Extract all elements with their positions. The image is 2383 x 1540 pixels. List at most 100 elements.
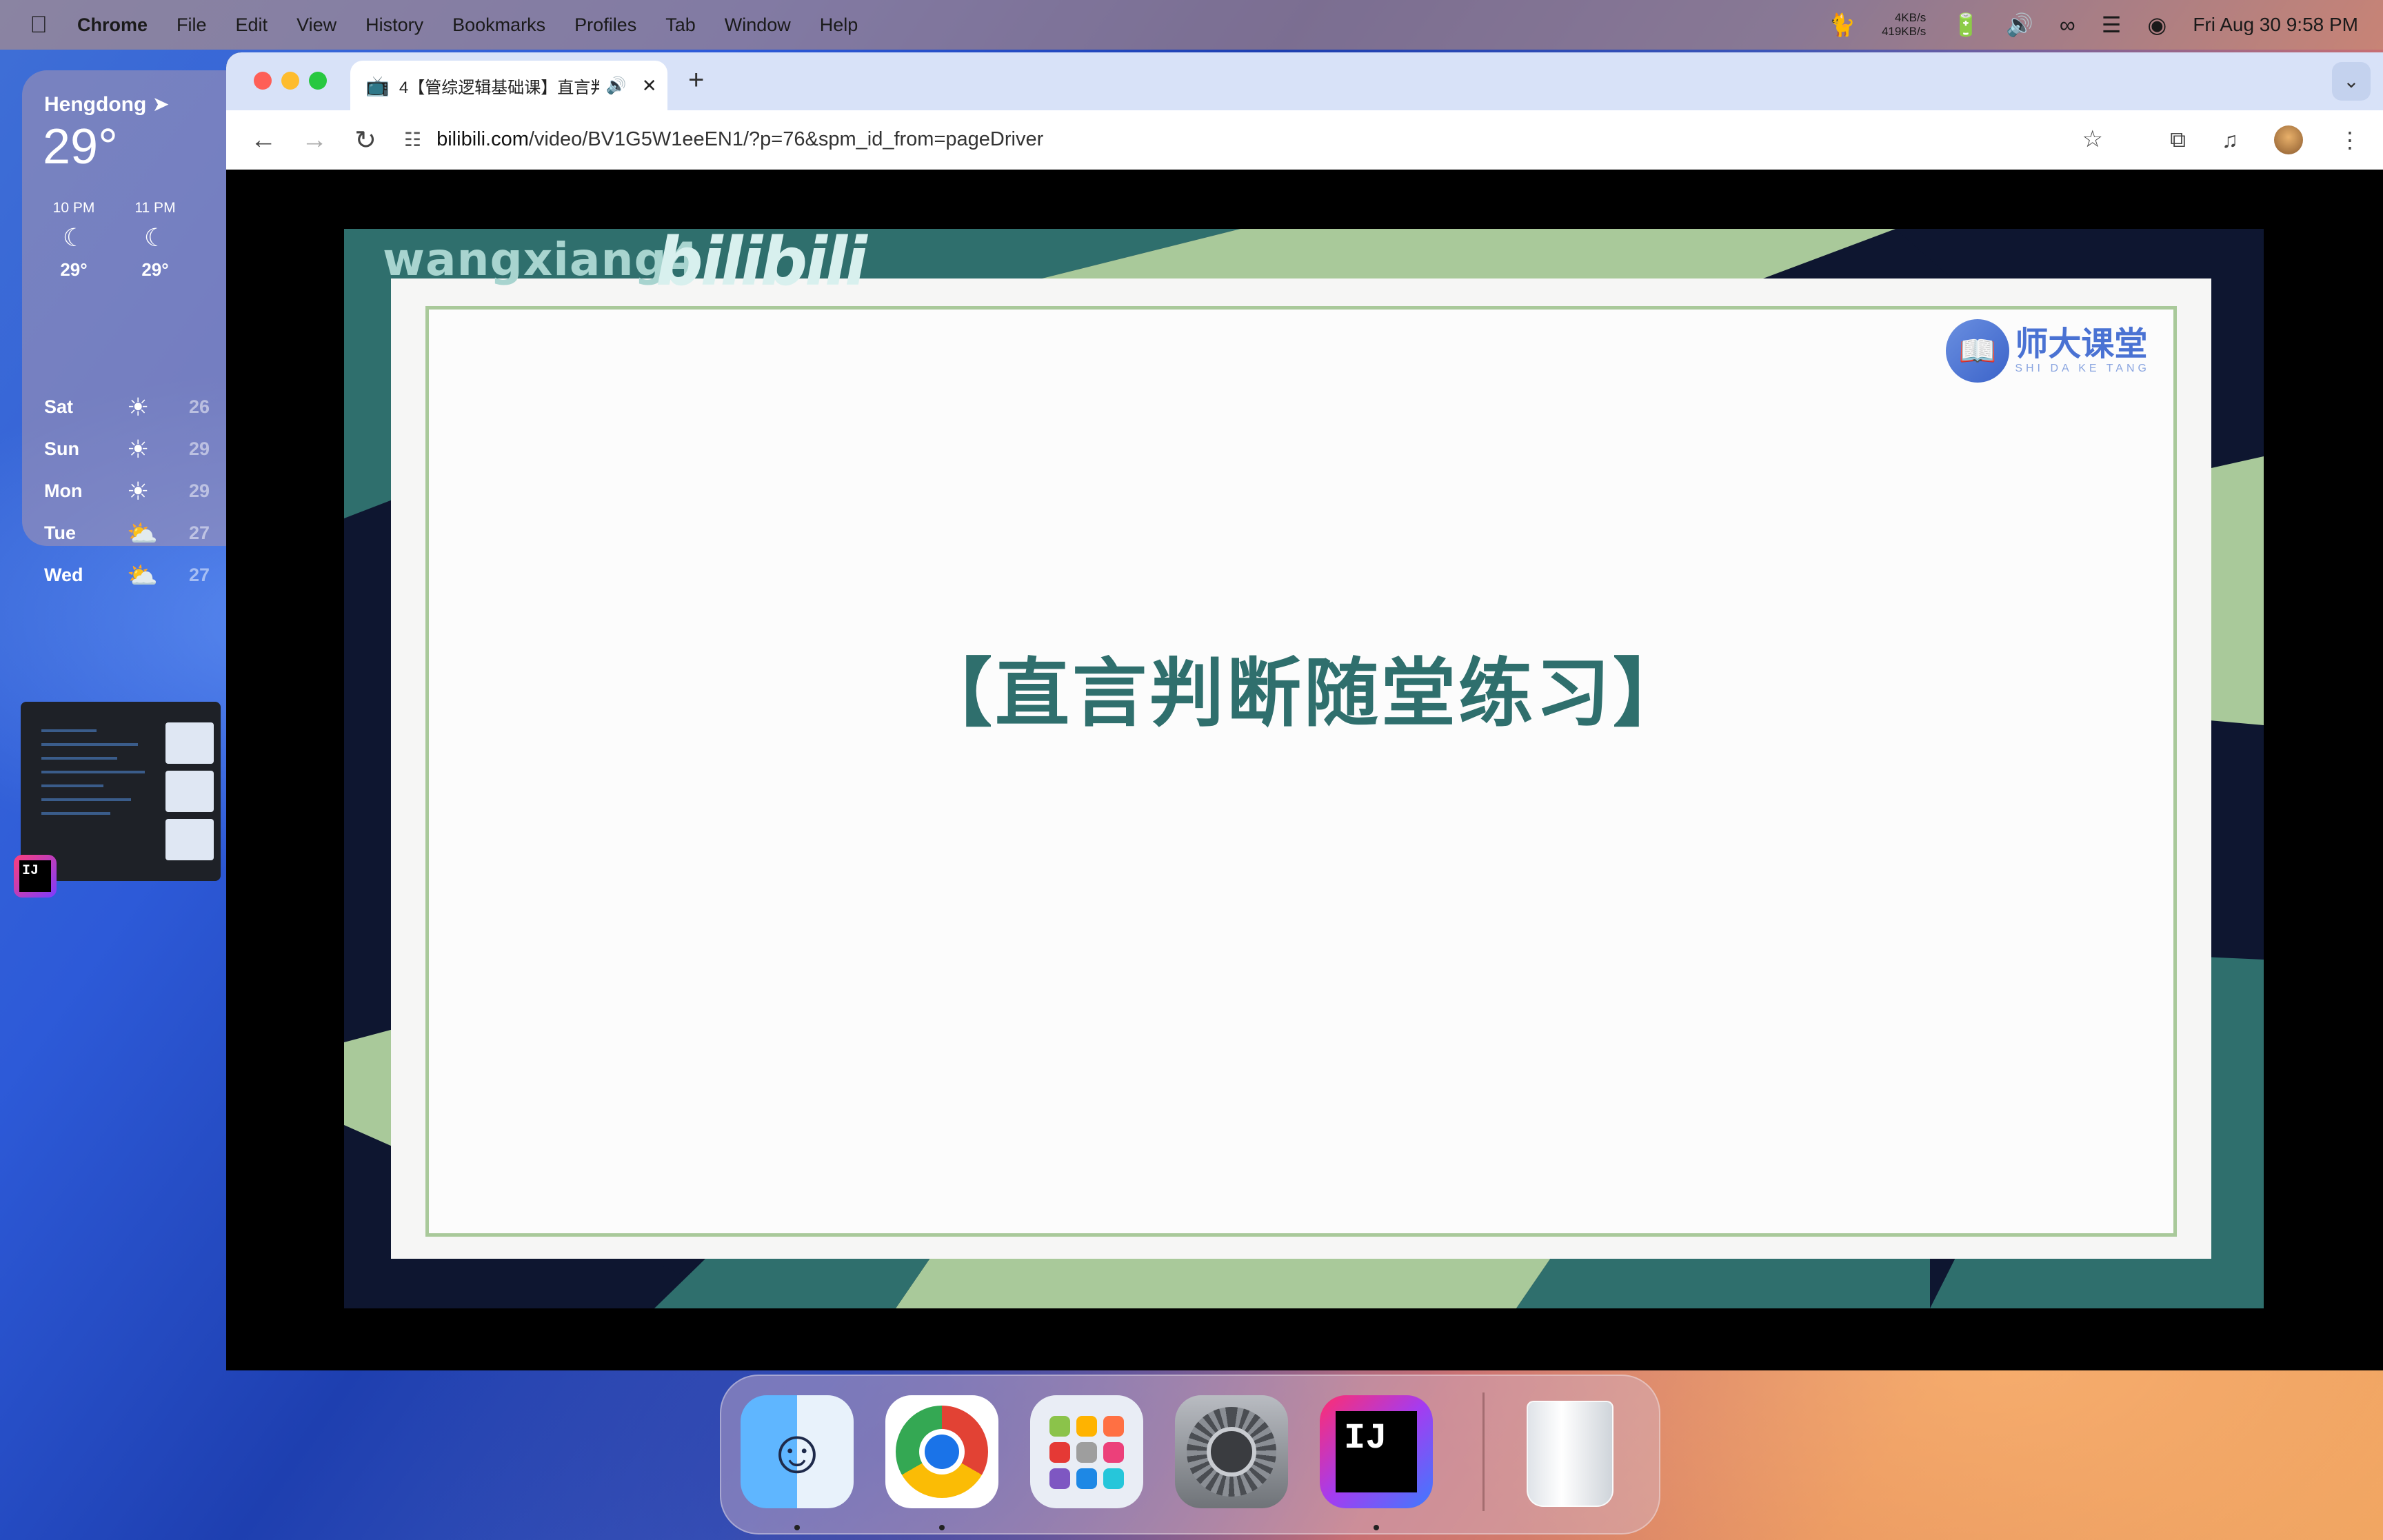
reload-icon[interactable]: ↻	[352, 125, 379, 156]
tab-search-chevron-icon[interactable]: ⌄	[2332, 62, 2371, 101]
moon-icon: ☾	[143, 223, 167, 252]
intellij-badge-label: IJ	[19, 860, 51, 892]
daily-item: Sun ☀ 29	[44, 428, 210, 470]
status-area: 🐈 4KB/s 419KB/s 🔋 🔊 ∞ ☰ ◉ Fri Aug 30 9:5…	[1828, 0, 2358, 50]
intellij-app-badge[interactable]: IJ	[14, 855, 57, 898]
daily-temp: 29	[189, 480, 210, 501]
chrome-running-indicator	[939, 1525, 945, 1530]
menu-help[interactable]: Help	[820, 14, 858, 36]
net-download: 419KB/s	[1881, 25, 1927, 38]
control-center-icon[interactable]: ☰	[2102, 12, 2122, 38]
daily-day: Wed	[44, 565, 83, 585]
tab-audio-icon[interactable]: 🔊	[606, 76, 627, 96]
menu-profiles[interactable]: Profiles	[574, 14, 636, 36]
daily-temp: 27	[189, 523, 210, 543]
siri-icon[interactable]: ◉	[2147, 12, 2166, 38]
menu-bar:  Chrome File Edit View History Bookmark…	[0, 0, 2383, 50]
zoom-window-button[interactable]	[309, 72, 327, 90]
brand-text: 师大课堂 SHI DA KE TANG	[2015, 327, 2150, 375]
intellij-idea-icon[interactable]: IJ	[1320, 1395, 1433, 1508]
profile-avatar[interactable]	[2274, 125, 2303, 154]
menu-file[interactable]: File	[177, 14, 207, 36]
intellij-dock-label: IJ	[1336, 1411, 1417, 1492]
daily-temp: 26	[189, 396, 210, 417]
brand-en: SHI DA KE TANG	[2015, 363, 2150, 374]
weather-daily: Sat ☀ 26 Sun ☀ 29 Mon ☀ 29 Tue ⛅ 27 Wed …	[44, 386, 210, 596]
tab-active[interactable]: 📺 4【管综逻辑基础课】直言判断 🔊 ✕	[350, 61, 667, 110]
bookmark-star-icon[interactable]: ☆	[2082, 125, 2103, 153]
menu-tab[interactable]: Tab	[665, 14, 696, 36]
slide-frame: 📖 师大课堂 SHI DA KE TANG 【直言判断随堂练习】	[425, 306, 2177, 1237]
url-path: /video/BV1G5W1eeEN1/?p=76&spm_id_from=pa…	[528, 128, 1044, 150]
toolbar-actions: ⧉ ♫ ⋮	[2170, 110, 2383, 170]
battery-icon[interactable]: 🔋	[1952, 12, 1980, 38]
video-slide: 📖 师大课堂 SHI DA KE TANG 【直言判断随堂练习】 wangxia…	[344, 229, 2264, 1308]
brand-logo: 📖 师大课堂 SHI DA KE TANG	[1946, 319, 2150, 383]
volume-icon[interactable]: 🔊	[2006, 12, 2033, 38]
tab-close-icon[interactable]: ✕	[642, 75, 657, 97]
daily-day: Tue	[44, 523, 76, 543]
daily-item: Tue ⛅ 27	[44, 512, 210, 554]
gear-icon	[1187, 1407, 1276, 1497]
daily-temp: 27	[189, 565, 210, 585]
tab-title: 4【管综逻辑基础课】直言判断	[399, 78, 599, 97]
network-speed[interactable]: 4KB/s 419KB/s	[1882, 11, 1926, 39]
trash-icon[interactable]	[1511, 1395, 1625, 1508]
dock: ☺ IJ	[720, 1375, 1660, 1534]
menu-bookmarks[interactable]: Bookmarks	[452, 14, 545, 36]
new-tab-button[interactable]: +	[688, 65, 704, 96]
hourly-time: 10 PM	[52, 200, 95, 216]
dock-separator	[1482, 1392, 1485, 1511]
uploader-watermark: wangxiang4	[383, 233, 700, 286]
minimize-window-button[interactable]	[281, 72, 299, 90]
hourly-item: 10 PM ☾ 29°	[43, 200, 105, 281]
sun-icon: ☀	[127, 392, 150, 421]
hourly-temp: 29°	[60, 259, 88, 280]
daily-day: Sun	[44, 438, 79, 459]
chrome-icon[interactable]	[885, 1395, 998, 1508]
extensions-icon[interactable]: ⧉	[2170, 127, 2186, 153]
moon-icon: ☾	[62, 223, 86, 252]
launchpad-icon[interactable]	[1030, 1395, 1143, 1508]
url-host: bilibili.com	[436, 128, 529, 150]
video-player[interactable]: 📖 师大课堂 SHI DA KE TANG 【直言判断随堂练习】 wangxia…	[226, 170, 2383, 1370]
book-icon: 📖	[1946, 319, 2010, 383]
intellij-running-indicator	[1374, 1525, 1379, 1530]
daily-temp: 29	[189, 438, 210, 459]
menu-edit[interactable]: Edit	[236, 14, 268, 36]
sun-icon: ☀	[127, 476, 150, 505]
apple-menu-icon[interactable]: 	[25, 12, 52, 39]
sun-icon: ☀	[127, 434, 150, 463]
tab-strip: 📺 4【管综逻辑基础课】直言判断 🔊 ✕ + ⌄	[226, 52, 2383, 110]
weather-widget[interactable]: Hengdong ➤ 29° 10 PM ☾ 29° 11 PM ☾ 29° 1…	[22, 70, 250, 589]
menu-app-name[interactable]: Chrome	[77, 14, 148, 36]
slide-paper: 📖 师大课堂 SHI DA KE TANG 【直言判断随堂练习】	[391, 278, 2211, 1259]
slide-title: 【直言判断随堂练习】	[917, 651, 1690, 737]
menu-history[interactable]: History	[365, 14, 423, 36]
chrome-menu-icon[interactable]: ⋮	[2339, 127, 2361, 153]
finder-face-icon: ☺	[765, 1417, 829, 1486]
url-text[interactable]: bilibili.com/video/BV1G5W1eeEN1/?p=76&sp…	[436, 128, 1043, 151]
cat-app-icon[interactable]: 🐈	[1828, 12, 1856, 38]
net-upload: 4KB/s	[1894, 11, 1927, 24]
site-info-icon[interactable]: ☷	[404, 128, 421, 151]
link-icon[interactable]: ∞	[2060, 12, 2075, 38]
system-settings-icon[interactable]	[1175, 1395, 1288, 1508]
back-icon[interactable]: ←	[250, 125, 277, 155]
finder-running-indicator	[794, 1525, 800, 1530]
trash-can-icon	[1527, 1401, 1613, 1507]
menu-view[interactable]: View	[296, 14, 336, 36]
menu-window[interactable]: Window	[725, 14, 791, 36]
daily-item: Mon ☀ 29	[44, 470, 210, 512]
close-window-button[interactable]	[254, 72, 272, 90]
intellij-window-thumbnail[interactable]	[21, 702, 221, 881]
weather-city: Hengdong ➤	[44, 92, 170, 116]
finder-icon[interactable]: ☺	[741, 1395, 854, 1508]
bilibili-favicon-icon: 📺	[365, 74, 390, 97]
chrome-window: 📺 4【管综逻辑基础课】直言判断 🔊 ✕ + ⌄ ← → ↻ ☷ bilibil…	[226, 52, 2383, 1370]
menu-clock[interactable]: Fri Aug 30 9:58 PM	[2193, 14, 2358, 36]
hourly-time: 11 PM	[134, 200, 176, 216]
forward-icon[interactable]: →	[301, 125, 328, 155]
media-controls-icon[interactable]: ♫	[2222, 128, 2238, 153]
address-bar[interactable]: ☷ bilibili.com/video/BV1G5W1eeEN1/?p=76&…	[386, 116, 2124, 163]
